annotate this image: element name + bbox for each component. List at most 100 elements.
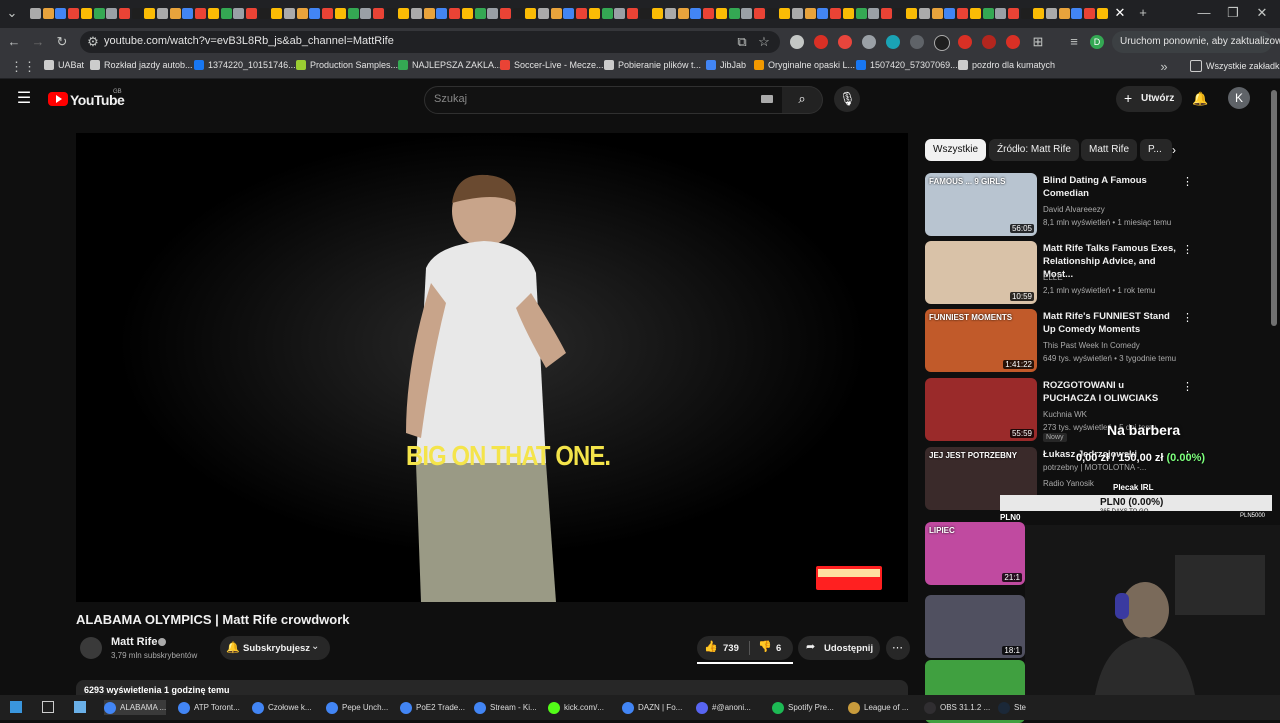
site-info-icon[interactable]: ⚙ xyxy=(85,34,101,50)
pinned-tab-favicon-icon[interactable] xyxy=(347,8,359,19)
taskbar-app[interactable]: PoE2 Trade... xyxy=(400,700,465,715)
related-channel[interactable]: ELLE xyxy=(1043,273,1063,282)
bookmark-item[interactable]: UABat xyxy=(44,60,84,70)
related-title[interactable]: Blind Dating A Famous Comedian xyxy=(1043,174,1179,200)
taskbar-app[interactable]: Pepe Unch... xyxy=(326,700,388,715)
related-title[interactable]: ROZGOTOWANI u PUCHACZA I OLIWCIAKS xyxy=(1043,379,1179,405)
taskbar-app[interactable]: #@anoni... xyxy=(696,700,751,715)
pinned-tab-favicon-icon[interactable] xyxy=(703,8,715,19)
pinned-tab-favicon-icon[interactable] xyxy=(461,8,473,19)
filter-chip[interactable]: P... xyxy=(1140,139,1172,161)
bookmark-item[interactable]: pozdro dla kumatych xyxy=(958,60,1055,70)
pinned-tab-favicon-icon[interactable] xyxy=(563,8,575,19)
pinned-tab-favicon-icon[interactable] xyxy=(436,8,448,19)
pinned-tab-favicon-icon[interactable] xyxy=(258,8,270,19)
pinned-tab-favicon-icon[interactable] xyxy=(855,8,867,19)
reload-icon[interactable]: ↻ xyxy=(54,34,70,50)
pinned-tab-favicon-icon[interactable] xyxy=(614,8,626,19)
pinned-tab-favicon-icon[interactable] xyxy=(957,8,969,19)
related-thumbnail[interactable]: 55:59 xyxy=(925,378,1037,441)
pinned-tab-favicon-icon[interactable] xyxy=(868,8,880,19)
windows-start-icon[interactable] xyxy=(10,701,22,713)
menu-icon[interactable]: ☰ xyxy=(16,91,32,107)
pinned-tab-favicon-icon[interactable] xyxy=(842,8,854,19)
related-channel[interactable]: This Past Week In Comedy xyxy=(1043,341,1140,350)
pinned-tab-favicon-icon[interactable] xyxy=(753,8,765,19)
apps-grid-icon[interactable]: ⋮⋮ xyxy=(10,59,36,75)
pinned-tab-favicon-icon[interactable] xyxy=(55,8,67,19)
extension-icon[interactable] xyxy=(982,35,996,49)
pinned-tab-favicon-icon[interactable] xyxy=(538,8,549,19)
related-channel[interactable]: Radio Yanosik xyxy=(1043,479,1094,488)
filter-chip[interactable]: Wszystkie xyxy=(925,139,986,161)
related-channel[interactable]: David Alvareeezy xyxy=(1043,205,1105,214)
close-tab-icon[interactable]: ✕ xyxy=(1112,5,1128,21)
pinned-tab-favicon-icon[interactable] xyxy=(817,8,829,19)
pinned-tab-favicon-icon[interactable] xyxy=(144,8,156,19)
pinned-tab-favicon-icon[interactable] xyxy=(487,8,499,19)
pinned-tab-favicon-icon[interactable] xyxy=(728,8,740,19)
install-app-icon[interactable]: ⧉ xyxy=(734,34,750,50)
pinned-tab-favicon-icon[interactable] xyxy=(1033,8,1045,19)
pinned-tab-favicon-icon[interactable] xyxy=(30,8,41,19)
pinned-tab-favicon-icon[interactable] xyxy=(512,8,524,19)
pinned-tab-favicon-icon[interactable] xyxy=(334,8,346,19)
account-avatar[interactable]: K xyxy=(1228,87,1250,109)
taskbar-app[interactable]: OBS 31.1.2 ... xyxy=(924,700,990,715)
pinned-tab-favicon-icon[interactable] xyxy=(906,8,918,19)
pinned-tab-favicon-icon[interactable] xyxy=(792,8,803,19)
pinned-tab-favicon-icon[interactable] xyxy=(411,8,422,19)
bookmark-item[interactable]: Oryginalne opaski L... xyxy=(754,60,855,70)
pinned-tab-favicon-icon[interactable] xyxy=(550,8,562,19)
pinned-tab-favicon-icon[interactable] xyxy=(931,8,943,19)
pinned-tab-favicon-icon[interactable] xyxy=(779,8,791,19)
channel-avatar[interactable] xyxy=(80,637,102,659)
pinned-tab-favicon-icon[interactable] xyxy=(944,8,956,19)
related-title[interactable]: Matt Rife Talks Famous Exes, Relationshi… xyxy=(1043,242,1179,281)
like-icon[interactable]: 👍 xyxy=(704,640,718,653)
pinned-tab-favicon-icon[interactable] xyxy=(233,8,245,19)
more-bookmarks-icon[interactable]: » xyxy=(1156,59,1172,75)
bookmark-item[interactable]: 1507420_57307069... xyxy=(856,60,958,70)
taskbar-app[interactable]: DAZN | Fo... xyxy=(622,700,682,715)
related-thumbnail[interactable]: 18:1 xyxy=(925,595,1025,658)
bookmark-star-icon[interactable]: ☆ xyxy=(756,34,772,50)
task-view-icon[interactable] xyxy=(42,701,54,713)
taskbar-app[interactable]: League of ... xyxy=(848,700,908,715)
pinned-tab-favicon-icon[interactable] xyxy=(157,8,168,19)
pinned-tab-favicon-icon[interactable] xyxy=(1046,8,1057,19)
new-tab-icon[interactable]: + xyxy=(1135,5,1151,21)
pinned-tab-favicon-icon[interactable] xyxy=(423,8,435,19)
bookmark-item[interactable]: 1374220_10151746... xyxy=(194,60,296,70)
pinned-tab-favicon-icon[interactable] xyxy=(372,8,384,19)
related-more-icon[interactable]: ⋮ xyxy=(1182,243,1193,257)
pinned-tab-favicon-icon[interactable] xyxy=(385,8,397,19)
related-thumbnail[interactable]: FUNNIEST MOMENTS 1:41:22 xyxy=(925,309,1037,372)
window-close-icon[interactable]: ✕ xyxy=(1254,5,1270,21)
pinned-tab-favicon-icon[interactable] xyxy=(995,8,1007,19)
pinned-tab-favicon-icon[interactable] xyxy=(741,8,753,19)
taskbar-app[interactable]: Ste xyxy=(998,700,1026,715)
pinned-tab-favicon-icon[interactable] xyxy=(766,8,778,19)
pinned-tab-favicon-icon[interactable] xyxy=(982,8,994,19)
taskbar-app[interactable]: ALABAMA ... xyxy=(104,700,167,715)
pinned-tab-favicon-icon[interactable] xyxy=(690,8,702,19)
extension-icon[interactable] xyxy=(862,35,876,49)
taskbar-app[interactable]: Czołowe k... xyxy=(252,700,312,715)
pinned-tab-favicon-icon[interactable] xyxy=(220,8,232,19)
extension-icon[interactable] xyxy=(814,35,828,49)
pinned-tab-favicon-icon[interactable] xyxy=(1071,8,1083,19)
all-bookmarks[interactable]: Wszystkie zakładki xyxy=(1190,60,1280,72)
filter-chip[interactable]: Matt Rife xyxy=(1081,139,1138,161)
pinned-tab-favicon-icon[interactable] xyxy=(639,8,651,19)
pinned-tab-favicon-icon[interactable] xyxy=(322,8,334,19)
related-title[interactable]: Matt Rife's FUNNIEST Stand Up Comedy Mom… xyxy=(1043,310,1179,336)
related-thumbnail[interactable]: LIPIEC 21:1 xyxy=(925,522,1025,585)
pinned-tab-favicon-icon[interactable] xyxy=(830,8,842,19)
pinned-tab-favicon-icon[interactable] xyxy=(284,8,295,19)
like-count[interactable]: 739 xyxy=(723,643,739,654)
pinned-tab-favicon-icon[interactable] xyxy=(499,8,511,19)
bookmark-item[interactable]: NAJLEPSZA ZAKLA... xyxy=(398,60,502,70)
taskbar-app[interactable]: ATP Toront... xyxy=(178,700,240,715)
related-thumbnail[interactable]: FAMOUS ... 9 GIRLS 56:05 xyxy=(925,173,1037,236)
